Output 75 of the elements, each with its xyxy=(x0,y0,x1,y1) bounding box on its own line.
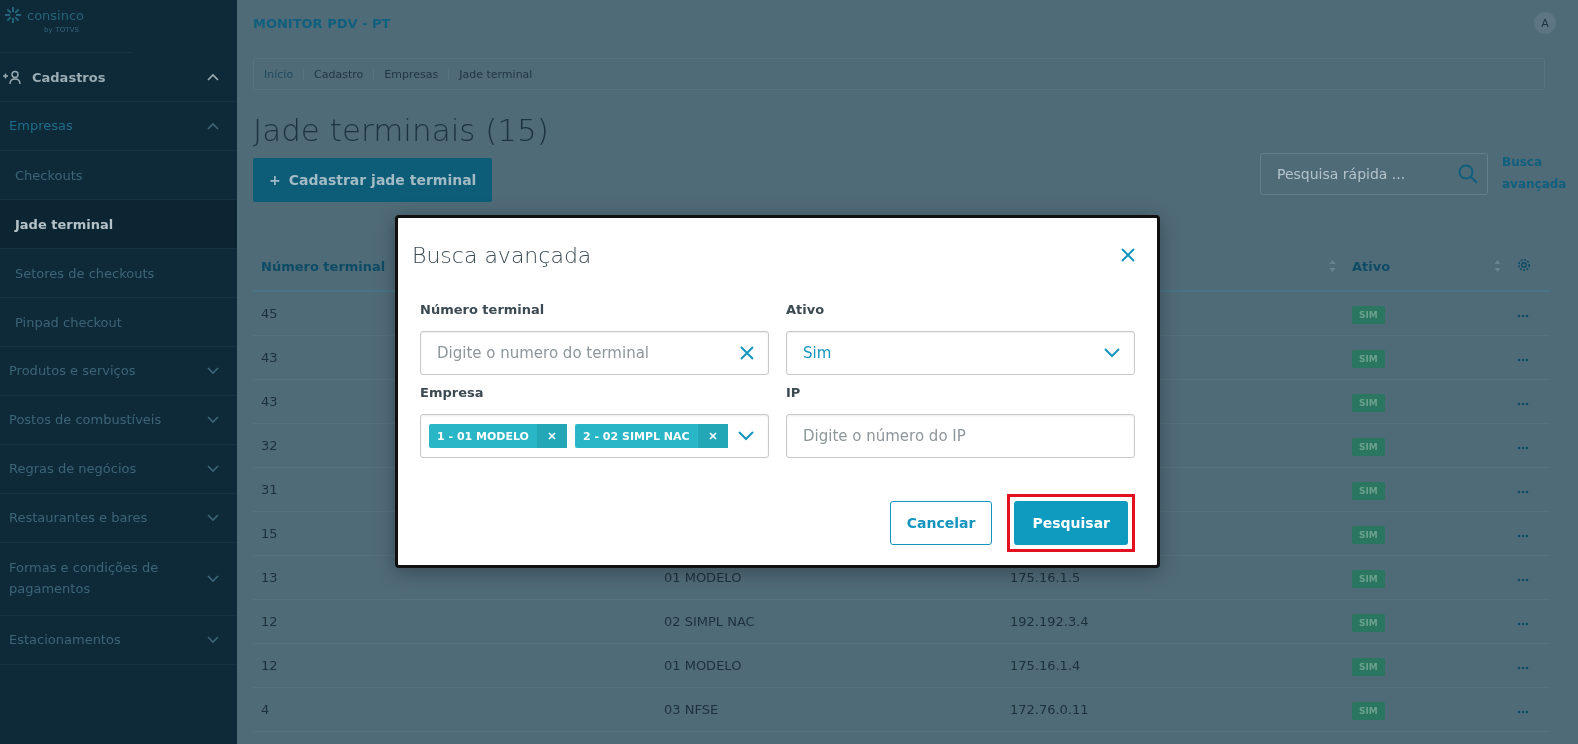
status-badge: SIM xyxy=(1352,306,1385,324)
table-cell: 02 SIMPL NAC xyxy=(664,614,755,629)
chevron-icon xyxy=(207,122,219,130)
status-badge: SIM xyxy=(1352,438,1385,456)
tag-chip: 2 - 02 SIMPL NAC xyxy=(574,424,728,448)
table-cell: 01 MODELO xyxy=(664,570,742,585)
chevron-icon xyxy=(207,73,219,81)
table-cell: 175.16.1.4 xyxy=(1010,658,1081,673)
select-field[interactable]: Sim xyxy=(786,331,1135,375)
status-badge: SIM xyxy=(1352,482,1385,500)
clear-icon[interactable] xyxy=(740,346,754,360)
text-field[interactable]: Digite o número do IP xyxy=(786,414,1135,458)
text-field[interactable]: Digite o numero do terminal xyxy=(420,331,769,375)
status-badge: SIM xyxy=(1352,658,1385,676)
chevron-icon xyxy=(207,514,219,522)
logo-text: consinco xyxy=(27,7,85,23)
table-cell: 192.192.3.4 xyxy=(1010,614,1089,629)
table-cell: 172.76.0.11 xyxy=(1010,702,1089,717)
remove-tag-button[interactable] xyxy=(697,424,728,448)
search-icon xyxy=(1458,164,1478,184)
status-badge: SIM xyxy=(1352,614,1385,632)
chevron-icon xyxy=(207,465,219,473)
more-icon[interactable] xyxy=(1517,622,1529,626)
more-icon[interactable] xyxy=(1517,534,1529,538)
page-title: Jade terminais (15) xyxy=(253,112,550,148)
more-icon[interactable] xyxy=(1517,446,1529,450)
multiselect-field[interactable]: 1 - 01 MODELO 2 - 02 SIMPL NAC xyxy=(420,414,769,458)
field-label: Ativo xyxy=(786,302,826,317)
add-user-icon xyxy=(2,70,22,84)
dialog-title: Busca avançada xyxy=(412,242,592,268)
more-icon[interactable] xyxy=(1517,578,1529,582)
close-icon xyxy=(708,432,717,440)
more-icon[interactable] xyxy=(1517,710,1529,714)
table-cell: 175.16.1.5 xyxy=(1010,570,1081,585)
more-icon[interactable] xyxy=(1517,402,1529,406)
chevron-icon xyxy=(207,636,219,644)
sidebar-item[interactable]: Jade terminal xyxy=(0,200,237,249)
table-cell: 4 xyxy=(253,687,656,732)
table-cell: 12 xyxy=(253,599,656,644)
status-badge: SIM xyxy=(1352,570,1385,588)
logo-icon xyxy=(2,4,24,26)
status-badge: SIM xyxy=(1352,394,1385,412)
more-icon[interactable] xyxy=(1517,490,1529,494)
column-header[interactable]: Ativo xyxy=(1352,258,1391,274)
chevron-icon xyxy=(738,431,754,441)
search-field[interactable]: Pesquisa rápida ... xyxy=(1260,153,1488,195)
chevron-icon xyxy=(207,575,219,583)
column-header[interactable]: Número terminal xyxy=(261,258,386,274)
status-badge: SIM xyxy=(1352,526,1385,544)
more-icon[interactable] xyxy=(1517,314,1529,318)
field-label: Número terminal xyxy=(420,302,546,317)
table-cell: 01 MODELO xyxy=(664,658,742,673)
table-cell: 03 NFSE xyxy=(664,702,719,717)
remove-tag-button[interactable] xyxy=(536,424,567,448)
field-label: IP xyxy=(786,385,802,400)
app-title: MONITOR PDV - PT xyxy=(253,15,391,31)
tag-chip: 1 - 01 MODELO xyxy=(429,424,567,448)
close-icon xyxy=(547,432,556,440)
status-badge: SIM xyxy=(1352,350,1385,368)
more-icon[interactable] xyxy=(1517,666,1529,670)
cancel-button[interactable]: Cancelar xyxy=(889,501,993,545)
settings-icon[interactable] xyxy=(1517,257,1531,272)
sort-icon[interactable] xyxy=(1329,260,1336,272)
search-button[interactable]: Pesquisar xyxy=(1014,501,1128,545)
field-label: Empresa xyxy=(420,385,485,400)
add-button[interactable]: + Cadastrar jade terminal xyxy=(253,158,493,202)
user-avatar[interactable]: A xyxy=(1534,12,1556,34)
more-icon[interactable] xyxy=(1517,358,1529,362)
table-cell: 12 xyxy=(253,643,656,688)
status-badge: SIM xyxy=(1352,702,1385,720)
chevron-icon xyxy=(207,416,219,424)
chevron-icon xyxy=(207,367,219,375)
close-icon[interactable] xyxy=(1121,248,1135,262)
chevron-icon xyxy=(1104,348,1120,358)
sort-icon[interactable] xyxy=(1494,260,1501,272)
